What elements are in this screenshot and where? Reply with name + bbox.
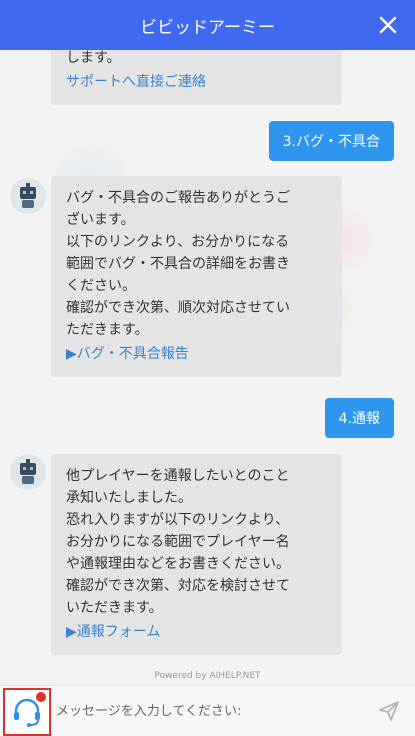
- input-bar: [0, 685, 415, 736]
- message-line: 他プレイヤーを通報したいとのこと: [66, 468, 290, 484]
- message-line: お分かりになる範囲でプレイヤー名: [66, 534, 290, 550]
- message-line: ください。: [66, 278, 136, 294]
- support-button[interactable]: [3, 688, 51, 736]
- message-line: いただきます。: [66, 600, 163, 616]
- support-contact-link[interactable]: サポートへ直接ご連絡: [66, 71, 328, 93]
- bot-message: します。 サポートへ直接ご連絡: [51, 50, 342, 105]
- message-line: 確認ができ次第、順次対応させてい: [66, 300, 290, 316]
- user-message: 4.通報: [324, 398, 394, 438]
- user-message: 3.バグ・不具合: [268, 121, 394, 161]
- message-line: ざいます。: [66, 212, 135, 228]
- bug-report-link[interactable]: ▶バグ・不具合報告: [66, 343, 328, 365]
- close-icon[interactable]: [375, 12, 401, 38]
- message-line: ただきます。: [66, 322, 149, 338]
- robot-avatar-icon: [10, 454, 46, 490]
- message-input[interactable]: [56, 696, 356, 726]
- chat-area[interactable]: します。 サポートへ直接ご連絡 3.バグ・不具合 バグ・不具合のご報告ありがとう…: [0, 50, 415, 685]
- message-line: や通報理由などをお書きください。: [66, 556, 290, 572]
- notification-badge: [36, 692, 46, 702]
- message-line: 確認ができ次第、対応を検討させて: [66, 578, 290, 594]
- bot-message: バグ・不具合のご報告ありがとうご ざいます。 以下のリンクより、お分かりになる …: [51, 176, 342, 377]
- report-form-link[interactable]: ▶通報フォーム: [66, 621, 328, 643]
- powered-by-label: Powered by AIHELP.NET: [154, 671, 261, 681]
- bot-message: 他プレイヤーを通報したいとのこと 承知いたしました。 恐れ入りますが以下のリンク…: [51, 454, 342, 655]
- robot-avatar-icon: [10, 178, 46, 214]
- send-icon[interactable]: [377, 699, 401, 723]
- app-header: ビビッドアーミー: [0, 0, 415, 50]
- message-line: します。: [66, 50, 121, 66]
- message-line: 以下のリンクより、お分かりになる: [66, 234, 290, 250]
- message-line: 承知いたしました。: [66, 490, 192, 506]
- message-line: バグ・不具合のご報告ありがとうご: [66, 190, 290, 206]
- message-line: 範囲でバグ・不具合の詳細をお書き: [66, 256, 290, 272]
- app-title: ビビッドアーミー: [140, 17, 275, 38]
- message-line: 恐れ入りますが以下のリンクより、: [66, 512, 290, 528]
